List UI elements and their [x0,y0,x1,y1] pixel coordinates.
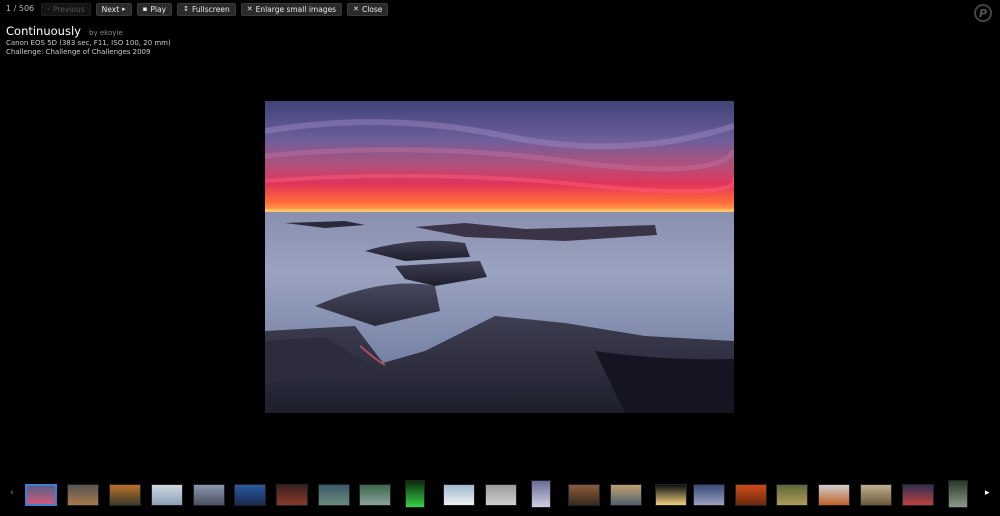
play-label: Play [150,4,167,14]
photo-title-row: Continuously by ekoyie [6,20,171,39]
blue-lake-thumbnail[interactable] [234,484,266,506]
enlarge-label: Enlarge small images [255,4,337,14]
expand-icon: ↕ [183,4,189,13]
challenge-info[interactable]: Challenge: Challenge of Challenges 2009 [6,48,171,57]
butterfly-thumbnail[interactable] [109,484,141,506]
thumbnail-strip: ‹ ▸ [0,478,1000,510]
red-rocks-thumbnail[interactable] [276,484,308,506]
forest-path-thumbnail[interactable] [776,484,808,506]
play-arrow-icon: ▸ [122,4,126,13]
photo-title: Continuously [6,24,81,38]
lantern-night-thumbnail[interactable] [655,484,687,506]
autumn-trees-thumbnail[interactable] [735,484,767,506]
slideshow-icon: ▪ [142,4,148,13]
mountain-lake-thumbnail[interactable] [318,484,350,506]
next-button[interactable]: Next ▸ [95,2,132,16]
green-valley-thumbnail[interactable] [359,484,391,506]
dusk-water-thumbnail[interactable] [693,484,725,506]
photo-info: Continuously by ekoyie Canon EOS 5D (383… [6,20,171,56]
main-photo[interactable] [265,101,734,413]
photo-author[interactable]: by ekoyie [89,29,123,37]
image-counter: 1 / 506 [6,4,35,13]
sky-landscape-thumbnail[interactable] [67,484,99,506]
shore-thumbnail[interactable] [193,484,225,506]
purple-portrait-thumbnail[interactable] [531,480,551,508]
cross-icon: ✕ [246,4,253,13]
chevron-right-icon[interactable]: ▸ [985,488,990,498]
dark-figure-thumbnail[interactable] [948,480,968,508]
camera-info: Canon EOS 5D (383 sec, F11, ISO 100, 20 … [6,39,171,47]
aurora-thumbnail[interactable] [405,480,425,508]
seascape-photo [265,101,734,413]
logo-icon: P [974,4,992,22]
play-button[interactable]: ▪ Play [136,2,173,16]
toolbar: 1 / 506 ‹ Previous Next ▸ ▪ Play ↕ Fulls… [0,2,393,16]
close-button[interactable]: ✕ Close [347,2,389,16]
next-label: Next [101,4,120,14]
bird-flight-thumbnail[interactable] [860,484,892,506]
close-label: Close [361,4,383,14]
fullscreen-label: Fullscreen [191,4,230,14]
cyclist-thumbnail[interactable] [902,484,934,506]
beach-horizon-thumbnail[interactable] [610,484,642,506]
orange-creature-thumbnail[interactable] [818,484,850,506]
enlarge-small-images-button[interactable]: ✕ Enlarge small images [240,2,343,16]
close-icon: ✕ [353,4,359,13]
previous-label: Previous [52,4,85,14]
fullscreen-button[interactable]: ↕ Fullscreen [177,2,236,16]
grey-scene-thumbnail[interactable] [485,484,517,506]
seascape-sunset-thumbnail[interactable] [25,484,57,506]
white-bird-thumbnail[interactable] [151,484,183,506]
ice-thumbnail[interactable] [443,484,475,506]
brick-building-thumbnail[interactable] [568,484,600,506]
chevron-left-icon[interactable]: ‹ [10,488,14,498]
chevron-left-icon: ‹ [47,4,50,13]
previous-button[interactable]: ‹ Previous [41,2,91,16]
